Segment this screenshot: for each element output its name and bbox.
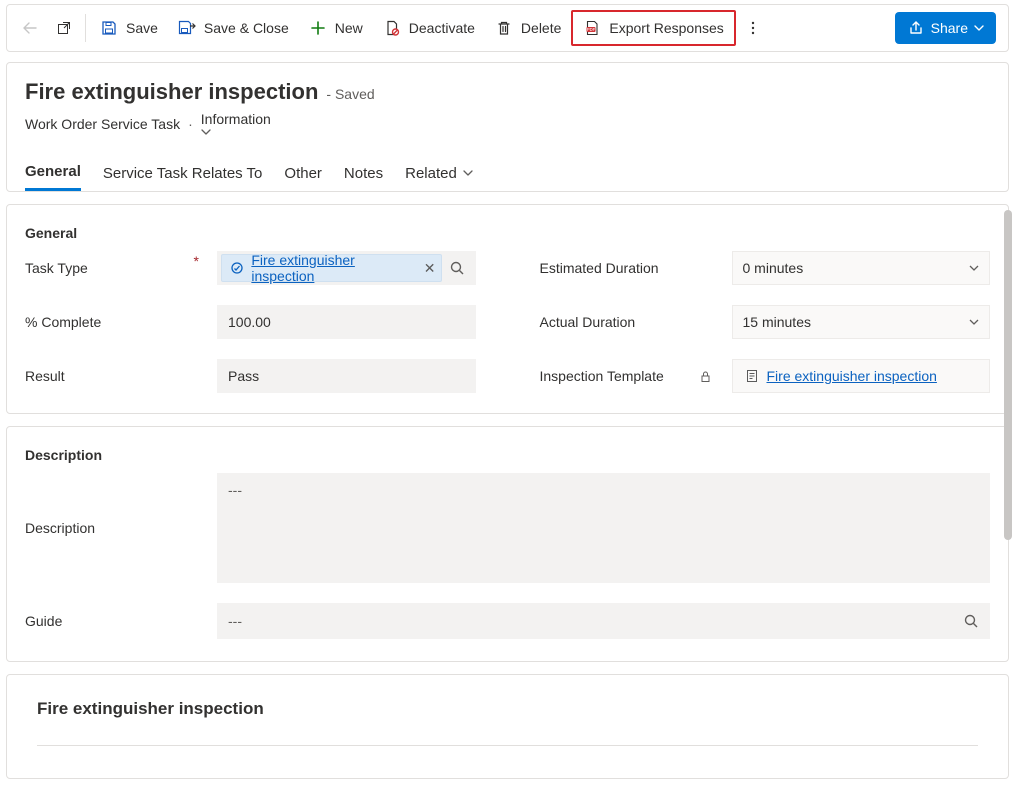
guide-value: --- [228,613,242,629]
more-vertical-icon [744,19,762,37]
est-duration-value: 0 minutes [743,260,804,276]
record-header-card: Fire extinguisher inspection - Saved Wor… [6,62,1009,192]
pdf-icon: PDF [583,19,601,37]
search-icon[interactable] [442,260,471,276]
tab-related-label: Related [405,165,457,182]
svg-text:PDF: PDF [587,27,596,32]
save-close-button[interactable]: Save & Close [168,10,299,46]
label-pct-complete: % Complete [25,305,205,339]
plus-icon [309,19,327,37]
section-title-general: General [25,221,990,251]
section-description: Description Description --- Guide --- [6,426,1009,662]
chevron-down-icon [201,127,277,137]
field-description[interactable]: --- [217,473,990,583]
new-label: New [335,20,363,36]
chevron-down-icon [974,23,984,33]
save-label: Save [126,20,158,36]
deactivate-button[interactable]: Deactivate [373,10,485,46]
delete-button[interactable]: Delete [485,10,571,46]
tab-other[interactable]: Other [284,155,322,191]
saved-status: - Saved [326,86,374,102]
scrollbar-thumb[interactable] [1004,210,1012,540]
divider [37,745,978,746]
back-button[interactable] [13,10,47,46]
new-button[interactable]: New [299,10,373,46]
deactivate-icon [383,19,401,37]
form-selector[interactable]: Information [201,111,277,137]
record-title: Fire extinguisher inspection [25,79,318,105]
section-title-description: Description [25,443,990,473]
label-inspection-template: Inspection Template [540,359,720,393]
tab-relates-to[interactable]: Service Task Relates To [103,155,263,191]
vertical-scrollbar[interactable] [1004,60,1014,800]
label-act-duration: Actual Duration [540,305,720,339]
remove-lookup-icon[interactable]: ✕ [424,260,436,277]
delete-label: Delete [521,20,561,36]
field-act-duration[interactable]: 15 minutes [732,305,991,339]
save-close-label: Save & Close [204,20,289,36]
lock-icon [696,370,716,383]
tab-notes[interactable]: Notes [344,155,383,191]
chevron-down-icon [463,168,473,178]
field-inspection-template: Fire extinguisher inspection [732,359,991,393]
deactivate-label: Deactivate [409,20,475,36]
field-pct-complete[interactable]: 100.00 [217,305,476,339]
entity-name: Work Order Service Task [25,116,180,132]
lookup-chip-text: Fire extinguisher inspection [251,252,415,284]
separator [85,14,86,42]
tab-general[interactable]: General [25,155,81,191]
field-task-type[interactable]: Fire extinguisher inspection ✕ [217,251,476,285]
separator-dot: · [188,116,193,132]
export-responses-label: Export Responses [609,20,723,36]
label-result: Result [25,359,205,393]
lookup-chip-task-type[interactable]: Fire extinguisher inspection ✕ [221,254,442,282]
inspection-template-link[interactable]: Fire extinguisher inspection [767,368,937,384]
description-value: --- [228,482,242,498]
chevron-down-icon [969,263,979,273]
section-general: General Task Type * Fire extinguisher in… [6,204,1009,414]
label-guide: Guide [25,603,205,639]
field-guide[interactable]: --- [217,603,990,639]
trash-icon [495,19,513,37]
tab-list: General Service Task Relates To Other No… [25,155,990,191]
entity-icon [228,259,245,277]
label-est-duration: Estimated Duration [540,251,720,285]
export-responses-button[interactable]: PDF Export Responses [571,10,735,46]
result-value: Pass [228,368,259,384]
search-icon[interactable] [963,613,979,629]
form-name: Information [201,111,271,127]
pct-complete-value: 100.00 [228,314,271,330]
inspection-form-title: Fire extinguisher inspection [37,699,978,719]
label-task-type: Task Type * [25,251,205,285]
share-icon [907,19,925,37]
field-est-duration[interactable]: 0 minutes [732,251,991,285]
required-indicator: * [194,253,199,269]
label-description: Description [25,473,205,583]
save-icon [100,19,118,37]
save-close-icon [178,19,196,37]
share-label: Share [931,20,968,36]
template-icon [743,367,761,385]
field-result[interactable]: Pass [217,359,476,393]
command-bar: Save Save & Close New Deactivate Delete … [6,4,1009,52]
act-duration-value: 15 minutes [743,314,811,330]
arrow-left-icon [21,19,39,37]
section-inspection-form: Fire extinguisher inspection [6,674,1009,779]
share-button[interactable]: Share [895,12,996,44]
save-button[interactable]: Save [90,10,168,46]
tab-related[interactable]: Related [405,155,473,191]
popout-icon [55,19,73,37]
chevron-down-icon [969,317,979,327]
popout-button[interactable] [47,10,81,46]
overflow-button[interactable] [736,10,770,46]
